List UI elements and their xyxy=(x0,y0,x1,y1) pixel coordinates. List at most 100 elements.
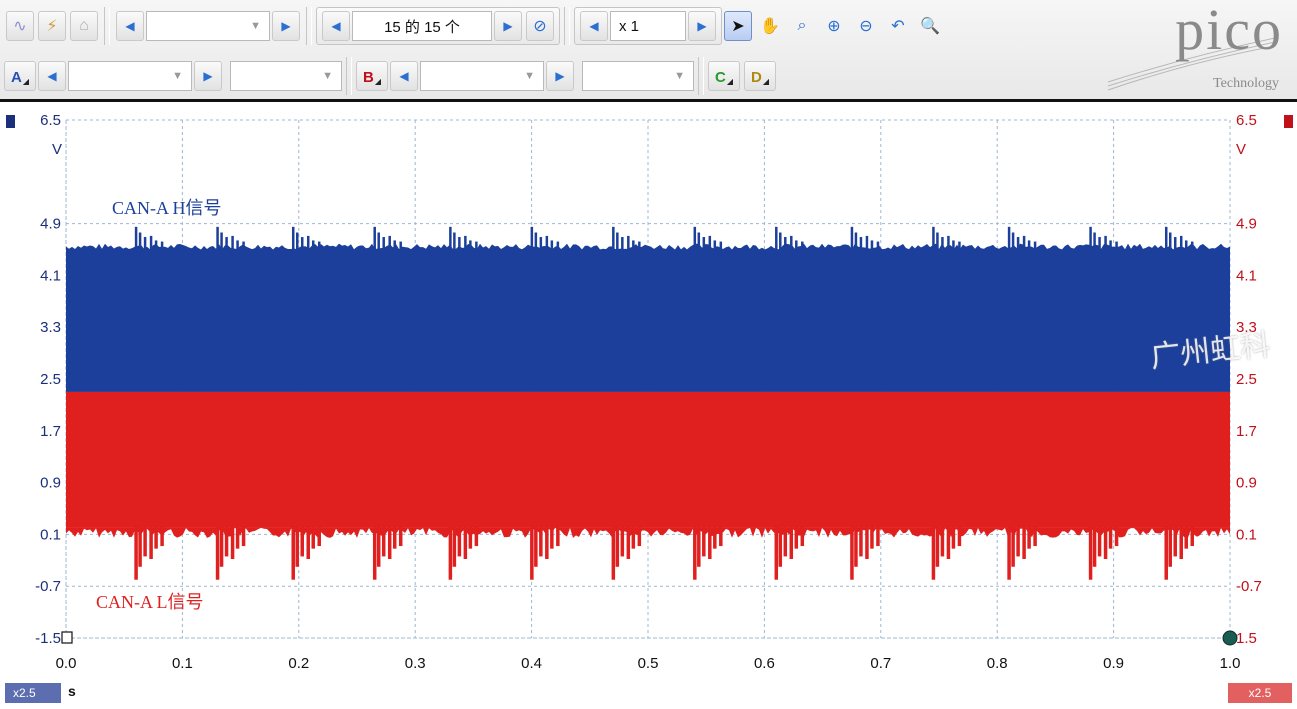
prev-arrow-icon[interactable]: ◀ xyxy=(116,11,144,41)
buffer-next-button[interactable]: ▶ xyxy=(494,11,522,41)
spike-low xyxy=(534,526,538,567)
pico-logo: pico Technology xyxy=(1100,0,1295,98)
spike-high xyxy=(138,232,142,251)
y-tick-left: -1.5 xyxy=(35,630,61,647)
channel-a-range-select[interactable]: ▼ xyxy=(68,61,192,91)
spike-high xyxy=(719,241,723,251)
right-axis-zoom-badge[interactable]: x2.5 xyxy=(1228,683,1292,703)
spike-low xyxy=(376,526,381,567)
scope-chart: CAN-A H信号 CAN-A L信号 6.5 4.9 4.1 3.3 2.5 1.7 0.9 0… xyxy=(0,102,1297,709)
spike-high xyxy=(713,240,717,251)
spike-low xyxy=(134,526,138,580)
channel-d-label: D xyxy=(751,69,762,86)
channel-c-button[interactable]: C ◢ xyxy=(708,61,740,91)
scope-mode-icon[interactable]: ∿ xyxy=(6,11,34,41)
spike-high xyxy=(231,235,234,251)
spike-high xyxy=(154,240,158,251)
spike-low xyxy=(448,526,453,580)
buffer-navigator-icon[interactable]: ⊘ xyxy=(526,11,554,41)
zoom-next-button[interactable]: ▶ xyxy=(688,11,716,41)
spike-low xyxy=(697,526,701,567)
channel-a-prev-button[interactable]: ◀ xyxy=(38,61,66,91)
y-tick-right: 0.9 xyxy=(1236,475,1257,492)
x-tick: 0.8 xyxy=(987,655,1008,672)
spike-high xyxy=(530,226,534,251)
spike-high xyxy=(291,226,295,251)
spike-high xyxy=(1033,241,1037,251)
spike-low xyxy=(306,526,310,560)
spike-high xyxy=(790,235,793,251)
undo-zoom-icon[interactable]: ↶ xyxy=(884,11,912,41)
spike-low xyxy=(1097,526,1102,557)
pointer-icon[interactable]: ➤ xyxy=(724,11,752,41)
logo-wordmark: pico xyxy=(1175,0,1283,62)
spike-high xyxy=(393,240,396,251)
spike-low xyxy=(620,526,625,557)
home-icon[interactable]: ⌂ xyxy=(70,11,98,41)
zoom-100-icon[interactable]: 🔍 xyxy=(916,11,944,41)
trigger-icon[interactable]: ⚡ xyxy=(38,11,66,41)
spike-high xyxy=(464,235,467,251)
spike-high xyxy=(399,241,402,251)
right-zoom-label: x2.5 xyxy=(1248,686,1272,700)
y-tick-left: 0.9 xyxy=(40,475,61,492)
channel-b-range-select[interactable]: ▼ xyxy=(420,61,544,91)
spike-high xyxy=(941,237,944,251)
spike-high xyxy=(795,240,798,251)
zoom-in-icon[interactable]: ⊕ xyxy=(820,11,848,41)
spike-high xyxy=(1016,237,1020,251)
channel-b-button[interactable]: B ◢ xyxy=(356,61,388,91)
spike-low xyxy=(789,526,794,560)
scope-plot[interactable]: CAN-A H信号 CAN-A L信号 6.5 4.9 4.1 3.3 2.5 1.7 0.9 0… xyxy=(0,102,1297,709)
spike-low xyxy=(935,526,940,567)
channel-a-marker xyxy=(6,115,15,128)
spike-low xyxy=(452,526,457,567)
channel-b-coupling-select[interactable]: ▼ xyxy=(582,61,694,91)
spike-high xyxy=(149,235,153,251)
zoom-box-icon[interactable]: ⌕ xyxy=(788,11,816,41)
channel-b-next-button[interactable]: ▶ xyxy=(546,61,574,91)
y-tick-left: 6.5 xyxy=(40,112,61,129)
spike-low xyxy=(138,526,142,567)
spike-high xyxy=(458,237,461,251)
next-arrow-icon[interactable]: ▶ xyxy=(272,11,300,41)
spike-low xyxy=(556,526,560,547)
channel-a-coupling-select[interactable]: ▼ xyxy=(230,61,342,91)
zoom-group: ◀ x 1 ▶ xyxy=(574,7,722,45)
spike-high xyxy=(545,235,549,251)
spike-high xyxy=(612,226,615,251)
dropdown-triangle-icon: ◢ xyxy=(374,77,381,86)
y-tick-right: 0.1 xyxy=(1236,526,1257,543)
channel-b-prev-button[interactable]: ◀ xyxy=(390,61,418,91)
spike-low xyxy=(311,526,315,549)
spike-high xyxy=(300,237,304,251)
zoom-select[interactable]: x 1 xyxy=(610,11,686,41)
hand-icon[interactable]: ✋ xyxy=(756,11,784,41)
chevron-down-icon: ▼ xyxy=(524,70,535,82)
spike-low xyxy=(1179,526,1183,560)
channel-d-button[interactable]: D ◢ xyxy=(744,61,776,91)
channel-a-button[interactable]: A ◢ xyxy=(4,61,36,91)
dropdown-triangle-icon: ◢ xyxy=(22,77,29,86)
chevron-down-icon: ▼ xyxy=(322,70,333,82)
zoom-prev-button[interactable]: ◀ xyxy=(580,11,608,41)
toolbar: ∿ ⚡ ⌂ ◀ ▼ ▶ ◀ 15 的 15 个 ▶ ⊘ ◀ x 1 ▶ ➤ ✋ … xyxy=(0,0,1297,102)
channel-a-next-button[interactable]: ▶ xyxy=(194,61,222,91)
zoom-out-icon[interactable]: ⊖ xyxy=(852,11,880,41)
spike-high xyxy=(708,235,712,251)
spike-low xyxy=(1027,526,1031,549)
right-ruler-handle xyxy=(1222,630,1238,646)
buffer-prev-button[interactable]: ◀ xyxy=(322,11,350,41)
spike-high xyxy=(1098,237,1101,251)
spike-high xyxy=(388,235,391,251)
timebase-select[interactable]: ▼ xyxy=(146,11,270,41)
spike-low xyxy=(693,526,697,580)
spike-low xyxy=(850,526,854,580)
left-axis-zoom-badge[interactable]: x2.5 xyxy=(5,683,61,703)
x-tick: 0.3 xyxy=(405,655,426,672)
spike-low xyxy=(637,526,642,547)
spike-low xyxy=(241,526,246,547)
x-tick: 0.9 xyxy=(1103,655,1124,672)
spike-low xyxy=(1088,526,1093,580)
toolbar-separator xyxy=(346,57,352,95)
